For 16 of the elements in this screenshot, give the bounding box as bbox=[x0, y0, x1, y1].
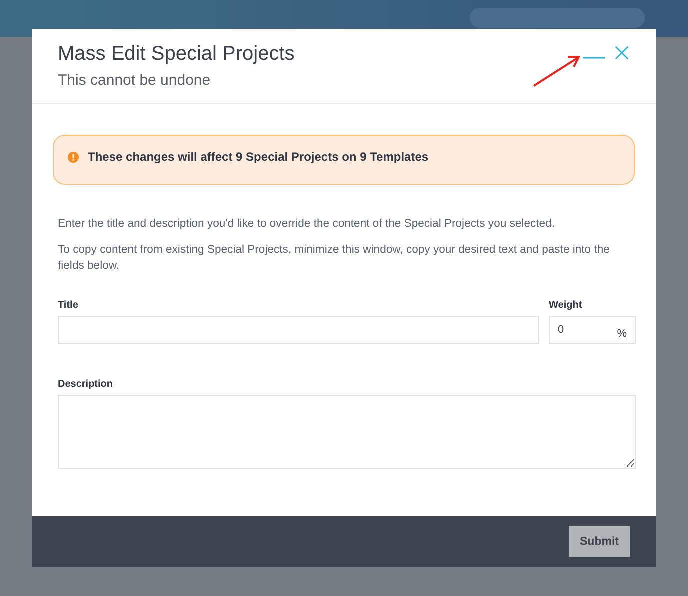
title-input[interactable] bbox=[58, 316, 539, 344]
search-field[interactable] bbox=[470, 8, 645, 28]
field-label: Weight bbox=[549, 300, 584, 311]
field-label: Description bbox=[58, 379, 114, 390]
alert-message: These changes will affect 9 Special Projects on 9 Templates bbox=[88, 150, 429, 164]
instruction-text: Enter the title and description you'd like to override the content of the Special Projects you selected. bbox=[58, 217, 556, 232]
modal-subtitle: This cannot be undone bbox=[58, 72, 211, 89]
instruction-text: To copy content from existing Special Projects, minimize this window, copy your desired text and paste into the fields below. bbox=[58, 243, 611, 274]
warning-icon bbox=[68, 152, 79, 162]
field-label: Title bbox=[58, 300, 80, 311]
minimize-icon[interactable] bbox=[583, 56, 605, 60]
weight-input[interactable]: 0 % bbox=[549, 316, 636, 344]
modal-title: Mass Edit Special Projects bbox=[58, 43, 295, 66]
submit-button[interactable]: Submit bbox=[569, 526, 630, 557]
description-input[interactable] bbox=[58, 395, 636, 469]
close-icon[interactable] bbox=[615, 46, 629, 60]
